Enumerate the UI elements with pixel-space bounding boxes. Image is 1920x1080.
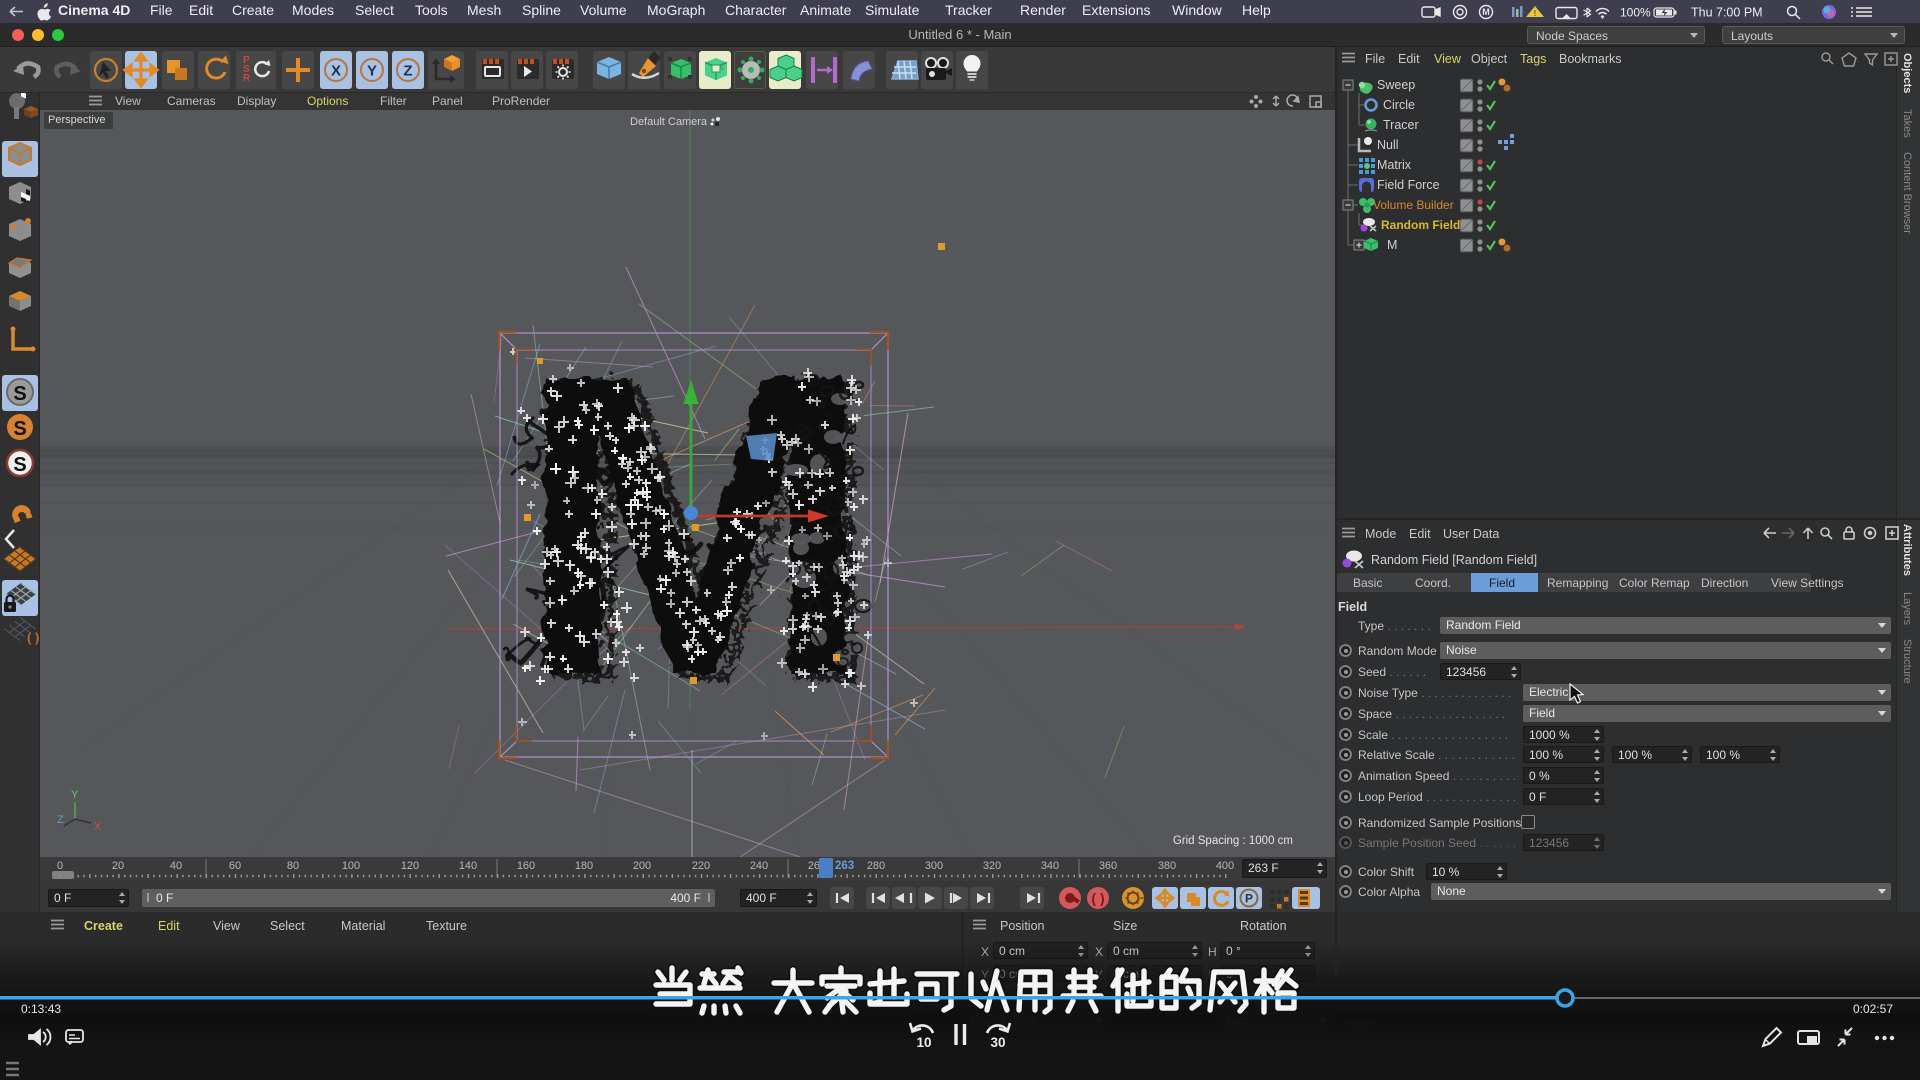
svg-text:M: M [1482,7,1490,17]
svg-text:240: 240 [750,860,768,872]
svg-text:120: 120 [401,860,419,872]
svg-text:Grid Spacing : 1000 cm: Grid Spacing : 1000 cm [1173,835,1293,847]
svg-text:100: 100 [342,860,360,872]
svg-text:320: 320 [983,860,1001,872]
svg-text:300: 300 [925,860,943,872]
svg-text:Thu 7:00 PM: Thu 7:00 PM [1691,6,1763,20]
svg-text:200: 200 [633,860,651,872]
svg-text:X: X [94,821,102,833]
svg-text:100%: 100% [1620,6,1651,20]
svg-text:340: 340 [1041,860,1059,872]
svg-text:80: 80 [287,860,299,872]
svg-text:S: S [13,418,26,440]
svg-text:400: 400 [1216,860,1234,872]
svg-text:160: 160 [517,860,535,872]
svg-text:263: 263 [835,860,854,872]
svg-text:Y: Y [367,63,377,80]
svg-text:Z: Z [57,814,64,826]
svg-text:P: P [1245,892,1253,906]
svg-text:X: X [331,63,341,80]
svg-text:40: 40 [170,860,182,872]
svg-text:( ): ( ) [27,630,39,645]
svg-text:10: 10 [916,1035,931,1050]
svg-text:60: 60 [229,860,241,872]
svg-text:380: 380 [1158,860,1176,872]
svg-text:30: 30 [990,1035,1005,1050]
svg-text:( ): ( ) [1091,890,1104,906]
svg-text:0: 0 [57,860,63,872]
svg-text:!: ! [1534,9,1537,18]
svg-text:0:02:57: 0:02:57 [1853,1002,1893,1016]
svg-text:280: 280 [867,860,885,872]
svg-text:0:13:43: 0:13:43 [21,1002,61,1016]
svg-text:220: 220 [692,860,710,872]
svg-text:S: S [13,454,26,476]
svg-text:140: 140 [459,860,477,872]
svg-text:Y: Y [71,789,79,801]
svg-text:S: S [13,383,26,405]
svg-text:R: R [243,73,251,84]
svg-text:Z: Z [403,63,412,80]
svg-text:360: 360 [1099,860,1117,872]
svg-text:20: 20 [112,860,124,872]
svg-text:180: 180 [575,860,593,872]
